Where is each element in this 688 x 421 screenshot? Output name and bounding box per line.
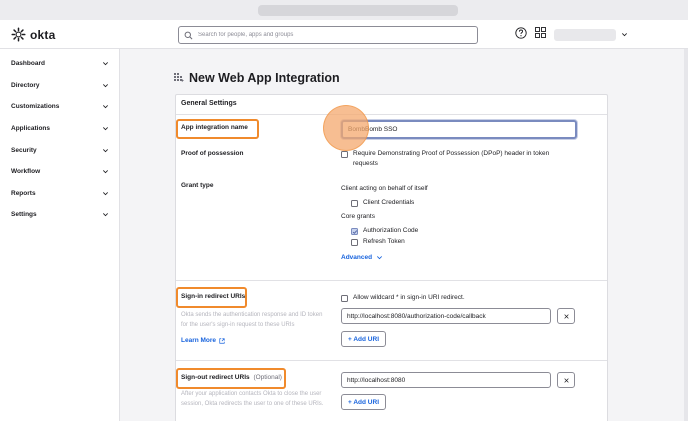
chevron-down-icon [103, 61, 108, 65]
divider [176, 280, 607, 281]
chevron-down-icon [103, 148, 108, 152]
browser-top-strip [0, 0, 688, 20]
authorization-code-checkbox[interactable] [351, 227, 358, 235]
sidebar-item-label: Applications [11, 124, 51, 132]
client-credentials-label: Client Credentials [363, 199, 415, 206]
page-title-text: New Web App Integration [189, 71, 340, 85]
divider [176, 360, 607, 361]
remove-signin-uri-button[interactable] [557, 308, 575, 324]
sidebar-item-customizations[interactable]: Customizations [0, 97, 120, 115]
close-icon [563, 313, 569, 319]
client-credentials-checkbox[interactable] [351, 199, 358, 207]
sidebar-item-label: Security [11, 146, 37, 154]
chevron-down-icon [377, 256, 383, 260]
chevron-down-icon [103, 191, 108, 195]
chevron-down-icon [103, 83, 108, 87]
top-header: okta [0, 20, 688, 49]
chevron-down-icon [622, 33, 627, 37]
divider [176, 114, 607, 115]
close-icon [563, 377, 569, 383]
refresh-token-label: Refresh Token [363, 238, 405, 245]
refresh-token-checkbox[interactable] [351, 238, 358, 246]
wildcard-label: Allow wildcard * in sign-in URI redirect… [353, 294, 465, 301]
sidebar-item-label: Settings [11, 210, 37, 218]
refresh-token-option[interactable]: Refresh Token [351, 237, 405, 247]
general-settings-card: General Settings App integration name Pr… [175, 94, 608, 421]
sidebar-item-workflow[interactable]: Workflow [0, 162, 120, 180]
chevron-down-icon [103, 212, 108, 216]
add-uri-label: + Add URI [348, 398, 379, 406]
learn-more-label: Learn More [181, 337, 217, 344]
sidebar-item-dashboard[interactable]: Dashboard [0, 54, 120, 72]
sidebar-item-settings[interactable]: Settings [0, 205, 120, 223]
signout-label: Sign-out redirect URIs (Optional) [181, 374, 282, 381]
sidebar-item-directory[interactable]: Directory [0, 76, 120, 94]
dpop-checkbox[interactable] [341, 150, 348, 158]
sidebar-item-label: Reports [11, 189, 36, 197]
help-icon[interactable] [515, 27, 527, 39]
okta-logo-icon [11, 27, 26, 42]
app-name-label: App integration name [181, 124, 248, 131]
search-icon [184, 31, 193, 39]
okta-logo[interactable]: okta [11, 27, 55, 42]
add-signout-uri-button[interactable]: + Add URI [341, 394, 386, 410]
sidebar-item-label: Customizations [11, 102, 60, 110]
grant-type-label: Grant type [181, 182, 214, 189]
proof-label: Proof of possession [181, 150, 244, 157]
sidebar-item-security[interactable]: Security [0, 141, 120, 159]
sidebar-item-applications[interactable]: Applications [0, 119, 120, 137]
chevron-down-icon [103, 169, 108, 173]
client-heading: Client acting on behalf of itself [341, 185, 428, 192]
blurred-user-name [554, 28, 616, 41]
chevron-down-icon [103, 126, 108, 130]
blurred-url-bar [258, 5, 458, 16]
remove-signout-uri-button[interactable] [557, 372, 575, 388]
search-input[interactable] [198, 32, 468, 38]
search-box[interactable] [178, 26, 478, 44]
wildcard-option[interactable]: Allow wildcard * in sign-in URI redirect… [341, 293, 465, 303]
sidebar-nav: Dashboard Directory Customizations Appli… [0, 49, 120, 421]
signin-label: Sign-in redirect URIs [181, 293, 246, 300]
sidebar-item-label: Workflow [11, 167, 41, 175]
apps-grid-icon[interactable] [535, 27, 546, 38]
app-integration-icon [174, 73, 184, 82]
scrollbar[interactable] [684, 49, 688, 421]
app-name-input[interactable] [341, 120, 577, 139]
dpop-option[interactable]: Require Demonstrating Proof of Possessio… [341, 149, 561, 169]
learn-more-link[interactable]: Learn More [181, 337, 225, 344]
signin-help: Okta sends the authentication response a… [181, 312, 323, 328]
signin-uri-input[interactable] [341, 308, 551, 324]
logo-text: okta [30, 27, 56, 42]
main-content: New Web App Integration General Settings… [120, 49, 688, 421]
check-icon [352, 229, 358, 234]
client-credentials-option[interactable]: Client Credentials [351, 198, 414, 208]
signout-uri-input[interactable] [341, 372, 551, 388]
chevron-down-icon [103, 104, 108, 108]
advanced-label: Advanced [341, 254, 373, 261]
signout-help: After your application contacts Okta to … [181, 391, 324, 407]
signout-label-text: Sign-out redirect URIs [181, 374, 250, 381]
user-menu[interactable] [554, 26, 630, 43]
sidebar-item-reports[interactable]: Reports [0, 184, 120, 202]
section-title: General Settings [181, 100, 237, 107]
core-heading: Core grants [341, 213, 375, 220]
external-link-icon [219, 337, 225, 344]
sidebar-item-label: Dashboard [11, 59, 45, 67]
add-uri-label: + Add URI [348, 335, 379, 343]
advanced-toggle[interactable]: Advanced [341, 254, 383, 261]
dpop-label: Require Demonstrating Proof of Possessio… [353, 150, 550, 167]
page-title: New Web App Integration [174, 71, 340, 85]
add-signin-uri-button[interactable]: + Add URI [341, 331, 386, 347]
optional-tag: (Optional) [253, 374, 282, 381]
authorization-code-option[interactable]: Authorization Code [351, 226, 418, 236]
wildcard-checkbox[interactable] [341, 294, 348, 302]
authorization-code-label: Authorization Code [363, 227, 419, 234]
sidebar-item-label: Directory [11, 81, 40, 89]
